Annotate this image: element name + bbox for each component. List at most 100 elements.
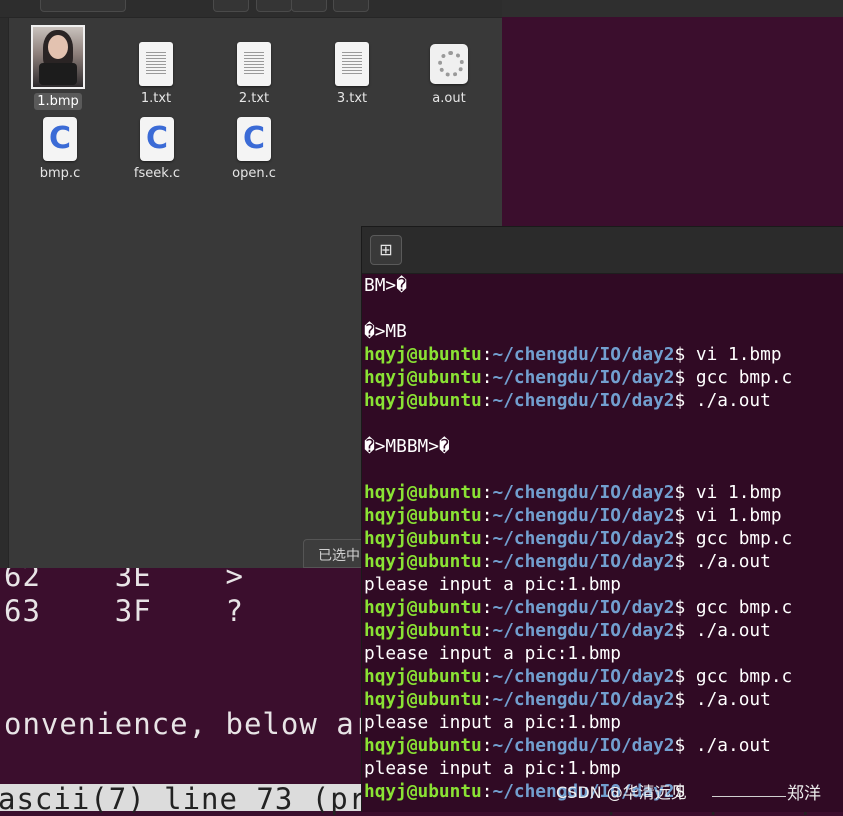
terminal-line: hqyj@ubuntu:~/chengdu/IO/day2$ gcc bmp.c <box>364 665 842 688</box>
file-item-1-txt[interactable]: 1.txt <box>114 42 198 107</box>
prompt-cmd: $ gcc bmp.c <box>674 597 793 618</box>
image-thumbnail-icon <box>31 25 85 89</box>
prompt-user: hqyj@ubuntu <box>364 597 482 618</box>
terminal-line: hqyj@ubuntu:~/chengdu/IO/day2$ gcc bmp.c <box>364 596 842 619</box>
prompt-user: hqyj@ubuntu <box>364 344 482 365</box>
prompt-sep: : <box>481 528 493 549</box>
prompt-cmd: $ gcc bmp.c <box>674 367 793 388</box>
new-tab-button[interactable]: ⊞ <box>370 235 402 265</box>
file-label: open.c <box>232 166 276 181</box>
prompt-user: hqyj@ubuntu <box>364 528 482 549</box>
prompt-path: ~/chengdu/IO/day2 <box>492 666 675 687</box>
c-source-icon: C <box>237 117 271 161</box>
terminal-line: please input a pic:1.bmp <box>364 574 621 595</box>
prompt-sep: : <box>481 367 493 388</box>
prompt-cmd: $ vi 1.bmp <box>674 505 782 526</box>
prompt-user: hqyj@ubuntu <box>364 505 482 526</box>
prompt-user: hqyj@ubuntu <box>364 551 482 572</box>
terminal-line: hqyj@ubuntu:~/chengdu/IO/day2$ ./a.out <box>364 734 842 757</box>
prompt-path: ~/chengdu/IO/day2 <box>492 551 675 572</box>
prompt-path: ~/chengdu/IO/day2 <box>492 735 675 756</box>
prompt-sep: : <box>481 551 493 572</box>
text-file-icon <box>335 42 369 86</box>
file-item-1-bmp[interactable]: 1.bmp <box>16 25 100 110</box>
toolbar-button[interactable] <box>256 0 292 12</box>
terminal-line: hqyj@ubuntu:~/chengdu/IO/day2$ ./a.out <box>364 619 842 642</box>
selection-status-bar: 已选中 <box>303 539 365 568</box>
prompt-user: hqyj@ubuntu <box>364 482 482 503</box>
file-label: 2.txt <box>238 91 270 106</box>
file-item-bmp-c[interactable]: C bmp.c <box>18 117 102 182</box>
prompt-path: ~/chengdu/IO/day2 <box>492 597 675 618</box>
terminal-line: hqyj@ubuntu:~/chengdu/IO/day2$ gcc bmp.c <box>364 366 842 389</box>
terminal-line: hqyj@ubuntu:~/chengdu/IO/day2$ vi 1.bmp <box>364 481 842 504</box>
man-line: 63 3F ? <box>4 594 244 628</box>
man-line: onvenience, below ar <box>4 707 374 741</box>
watermark-author: 郑洋 <box>787 784 821 804</box>
prompt-sep: : <box>481 666 493 687</box>
prompt-cmd: $ gcc bmp.c <box>674 666 793 687</box>
terminal-output[interactable]: BM>� �>MB hqyj@ubuntu:~/chengdu/IO/day2$ v… <box>364 274 842 803</box>
file-item-open-c[interactable]: C open.c <box>212 117 296 182</box>
prompt-path: ~/chengdu/IO/day2 <box>492 344 675 365</box>
file-label: fseek.c <box>133 166 181 181</box>
file-item-2-txt[interactable]: 2.txt <box>212 42 296 107</box>
prompt-cmd: $ gcc bmp.c <box>674 528 793 549</box>
prompt-sep: : <box>481 390 493 411</box>
text-file-icon <box>237 42 271 86</box>
prompt-cmd: $ ./a.out <box>674 735 771 756</box>
prompt-user: hqyj@ubuntu <box>364 620 482 641</box>
toolbar-button[interactable] <box>40 0 126 12</box>
terminal-line: hqyj@ubuntu:~/chengdu/IO/day2$ gcc bmp.c <box>364 527 842 550</box>
prompt-sep: : <box>481 597 493 618</box>
prompt-path: ~/chengdu/IO/day2 <box>492 390 675 411</box>
prompt-user: hqyj@ubuntu <box>364 735 482 756</box>
prompt-path: ~/chengdu/IO/day2 <box>492 367 675 388</box>
file-label: 1.bmp <box>34 93 82 110</box>
background-window-header <box>500 0 843 17</box>
terminal-line: �>MBBM>� <box>364 436 450 457</box>
file-item-fseek-c[interactable]: C fseek.c <box>115 117 199 182</box>
terminal-line: please input a pic:1.bmp <box>364 643 621 664</box>
terminal-line: hqyj@ubuntu:~/chengdu/IO/day2$ ./a.out <box>364 389 842 412</box>
selection-status-text: 已选中 <box>318 548 360 564</box>
prompt-cmd: $ vi 1.bmp <box>674 344 782 365</box>
prompt-user: hqyj@ubuntu <box>364 390 482 411</box>
file-item-3-txt[interactable]: 3.txt <box>310 42 394 107</box>
watermark: CSDN @华清远见 <box>556 783 687 802</box>
file-label: a.out <box>432 91 466 106</box>
toolbar-button[interactable] <box>291 0 327 12</box>
prompt-cmd: $ vi 1.bmp <box>674 482 782 503</box>
prompt-user: hqyj@ubuntu <box>364 367 482 388</box>
prompt-sep: : <box>481 505 493 526</box>
new-tab-icon: ⊞ <box>379 240 393 259</box>
prompt-path: ~/chengdu/IO/day2 <box>492 689 675 710</box>
terminal-window[interactable]: ⊞ BM>� �>MB hqyj@ubuntu:~/chengdu/IO/day2$… <box>361 226 843 812</box>
terminal-line: hqyj@ubuntu:~/chengdu/IO/day2$ vi 1.bmp <box>364 343 842 366</box>
file-item-a-out[interactable]: a.out <box>407 42 491 107</box>
terminal-line: please input a pic:1.bmp <box>364 712 621 733</box>
terminal-line: hqyj@ubuntu:~/chengdu/IO/day2$ ./a.out <box>364 550 842 573</box>
prompt-path: ~/chengdu/IO/day2 <box>492 528 675 549</box>
file-label: bmp.c <box>39 166 81 181</box>
c-source-icon: C <box>140 117 174 161</box>
prompt-cmd: $ ./a.out <box>674 620 771 641</box>
terminal-header: ⊞ <box>362 227 843 274</box>
terminal-line: hqyj@ubuntu:~/chengdu/IO/day2$ ./a.out <box>364 688 842 711</box>
executable-gear-icon <box>430 44 468 84</box>
prompt-sep: : <box>481 689 493 710</box>
prompt-path: ~/chengdu/IO/day2 <box>492 620 675 641</box>
toolbar-button[interactable] <box>213 0 249 12</box>
prompt-sep: : <box>481 482 493 503</box>
file-label: 1.txt <box>140 91 172 106</box>
terminal-line: hqyj@ubuntu:~/chengdu/IO/day2$ vi 1.bmp <box>364 504 842 527</box>
toolbar-button[interactable] <box>333 0 369 12</box>
prompt-path: ~/chengdu/IO/day2 <box>492 505 675 526</box>
file-manager-toolbar <box>0 0 502 18</box>
file-manager-sidebar <box>0 18 9 568</box>
prompt-sep: : <box>481 781 493 802</box>
prompt-sep: : <box>481 735 493 756</box>
